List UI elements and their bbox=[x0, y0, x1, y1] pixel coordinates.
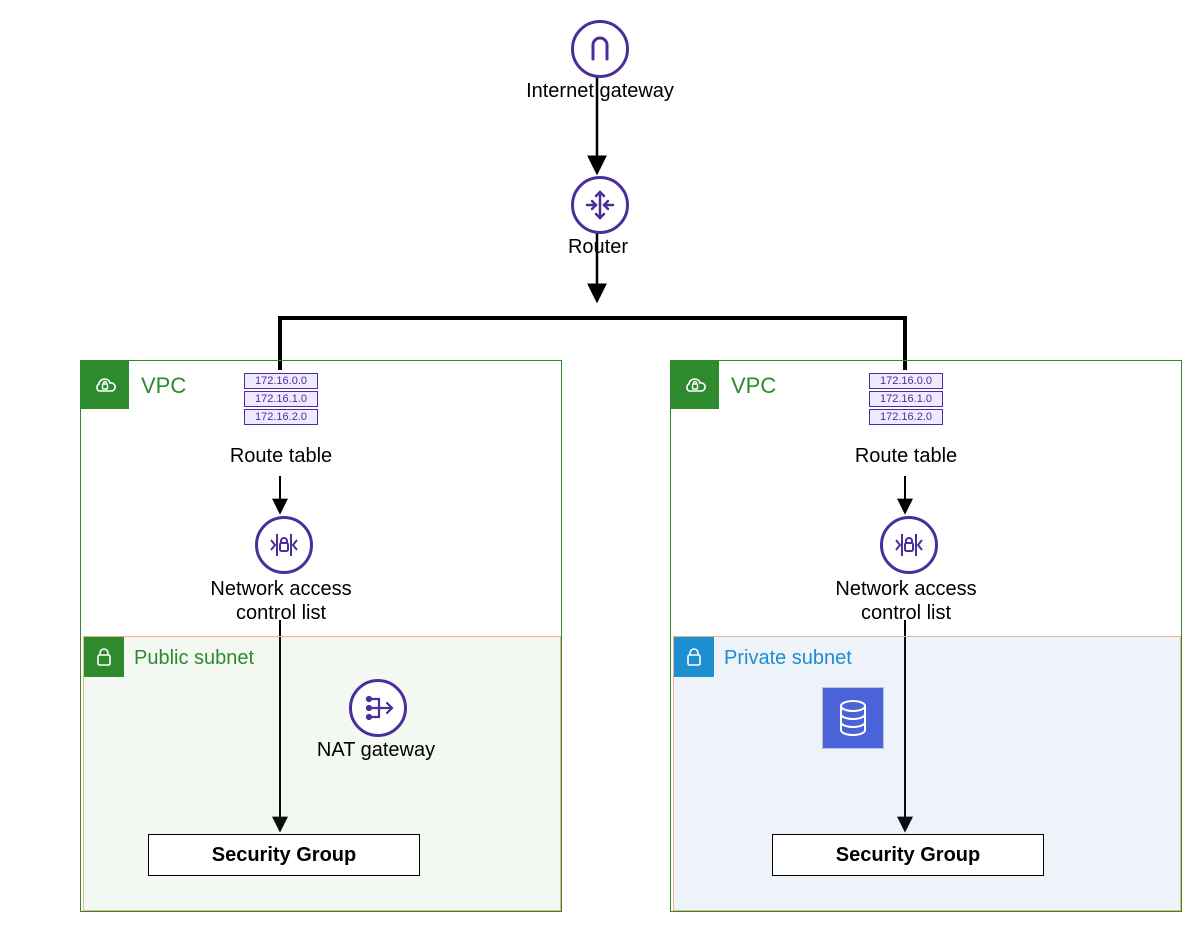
route-row: 172.16.2.0 bbox=[244, 409, 318, 425]
nacl-icon-right bbox=[880, 516, 938, 574]
internet-gateway-label: Internet gateway bbox=[520, 80, 680, 103]
nacl-label-right: Network access control list bbox=[806, 577, 1006, 625]
route-table-label-right: Route table bbox=[826, 445, 986, 468]
security-group-label-right: Security Group bbox=[836, 844, 980, 867]
internet-gateway-icon bbox=[571, 20, 629, 78]
router-icon bbox=[571, 176, 629, 234]
route-table-label-left: Route table bbox=[201, 445, 361, 468]
nacl-icon-left bbox=[255, 516, 313, 574]
public-subnet-box: Public subnet bbox=[83, 636, 561, 911]
route-table-icon-left: 172.16.0.0 172.16.1.0 172.16.2.0 bbox=[244, 373, 318, 425]
nat-gateway-icon bbox=[349, 679, 407, 737]
database-icon bbox=[822, 687, 884, 749]
vpc-title-left: VPC bbox=[141, 373, 186, 399]
route-row: 172.16.2.0 bbox=[869, 409, 943, 425]
subnet-badge-icon-right bbox=[674, 637, 714, 677]
subnet-badge-icon-left bbox=[84, 637, 124, 677]
vpc-badge-icon-left bbox=[81, 361, 129, 409]
nacl-label-left: Network access control list bbox=[181, 577, 381, 625]
private-subnet-box: Private subnet Security Group bbox=[673, 636, 1181, 911]
vpc-box-left: VPC 172.16.0.0 172.16.1.0 172.16.2.0 Rou… bbox=[80, 360, 562, 912]
route-row: 172.16.0.0 bbox=[869, 373, 943, 389]
route-row: 172.16.1.0 bbox=[244, 391, 318, 407]
vpc-badge-icon-right bbox=[671, 361, 719, 409]
nat-gateway-label: NAT gateway bbox=[306, 739, 446, 762]
public-subnet-title: Public subnet bbox=[134, 647, 254, 670]
security-group-box-right: Security Group bbox=[772, 834, 1044, 876]
route-row: 172.16.1.0 bbox=[869, 391, 943, 407]
security-group-box-left: Security Group bbox=[148, 834, 420, 876]
route-row: 172.16.0.0 bbox=[244, 373, 318, 389]
private-subnet-title: Private subnet bbox=[724, 647, 852, 670]
route-table-icon-right: 172.16.0.0 172.16.1.0 172.16.2.0 bbox=[869, 373, 943, 425]
security-group-label-left: Security Group bbox=[212, 844, 356, 867]
vpc-box-right: VPC 172.16.0.0 172.16.1.0 172.16.2.0 Rou… bbox=[670, 360, 1182, 912]
network-diagram: Internet gateway Router bbox=[0, 0, 1200, 939]
router-label: Router bbox=[548, 236, 648, 259]
vpc-title-right: VPC bbox=[731, 373, 776, 399]
